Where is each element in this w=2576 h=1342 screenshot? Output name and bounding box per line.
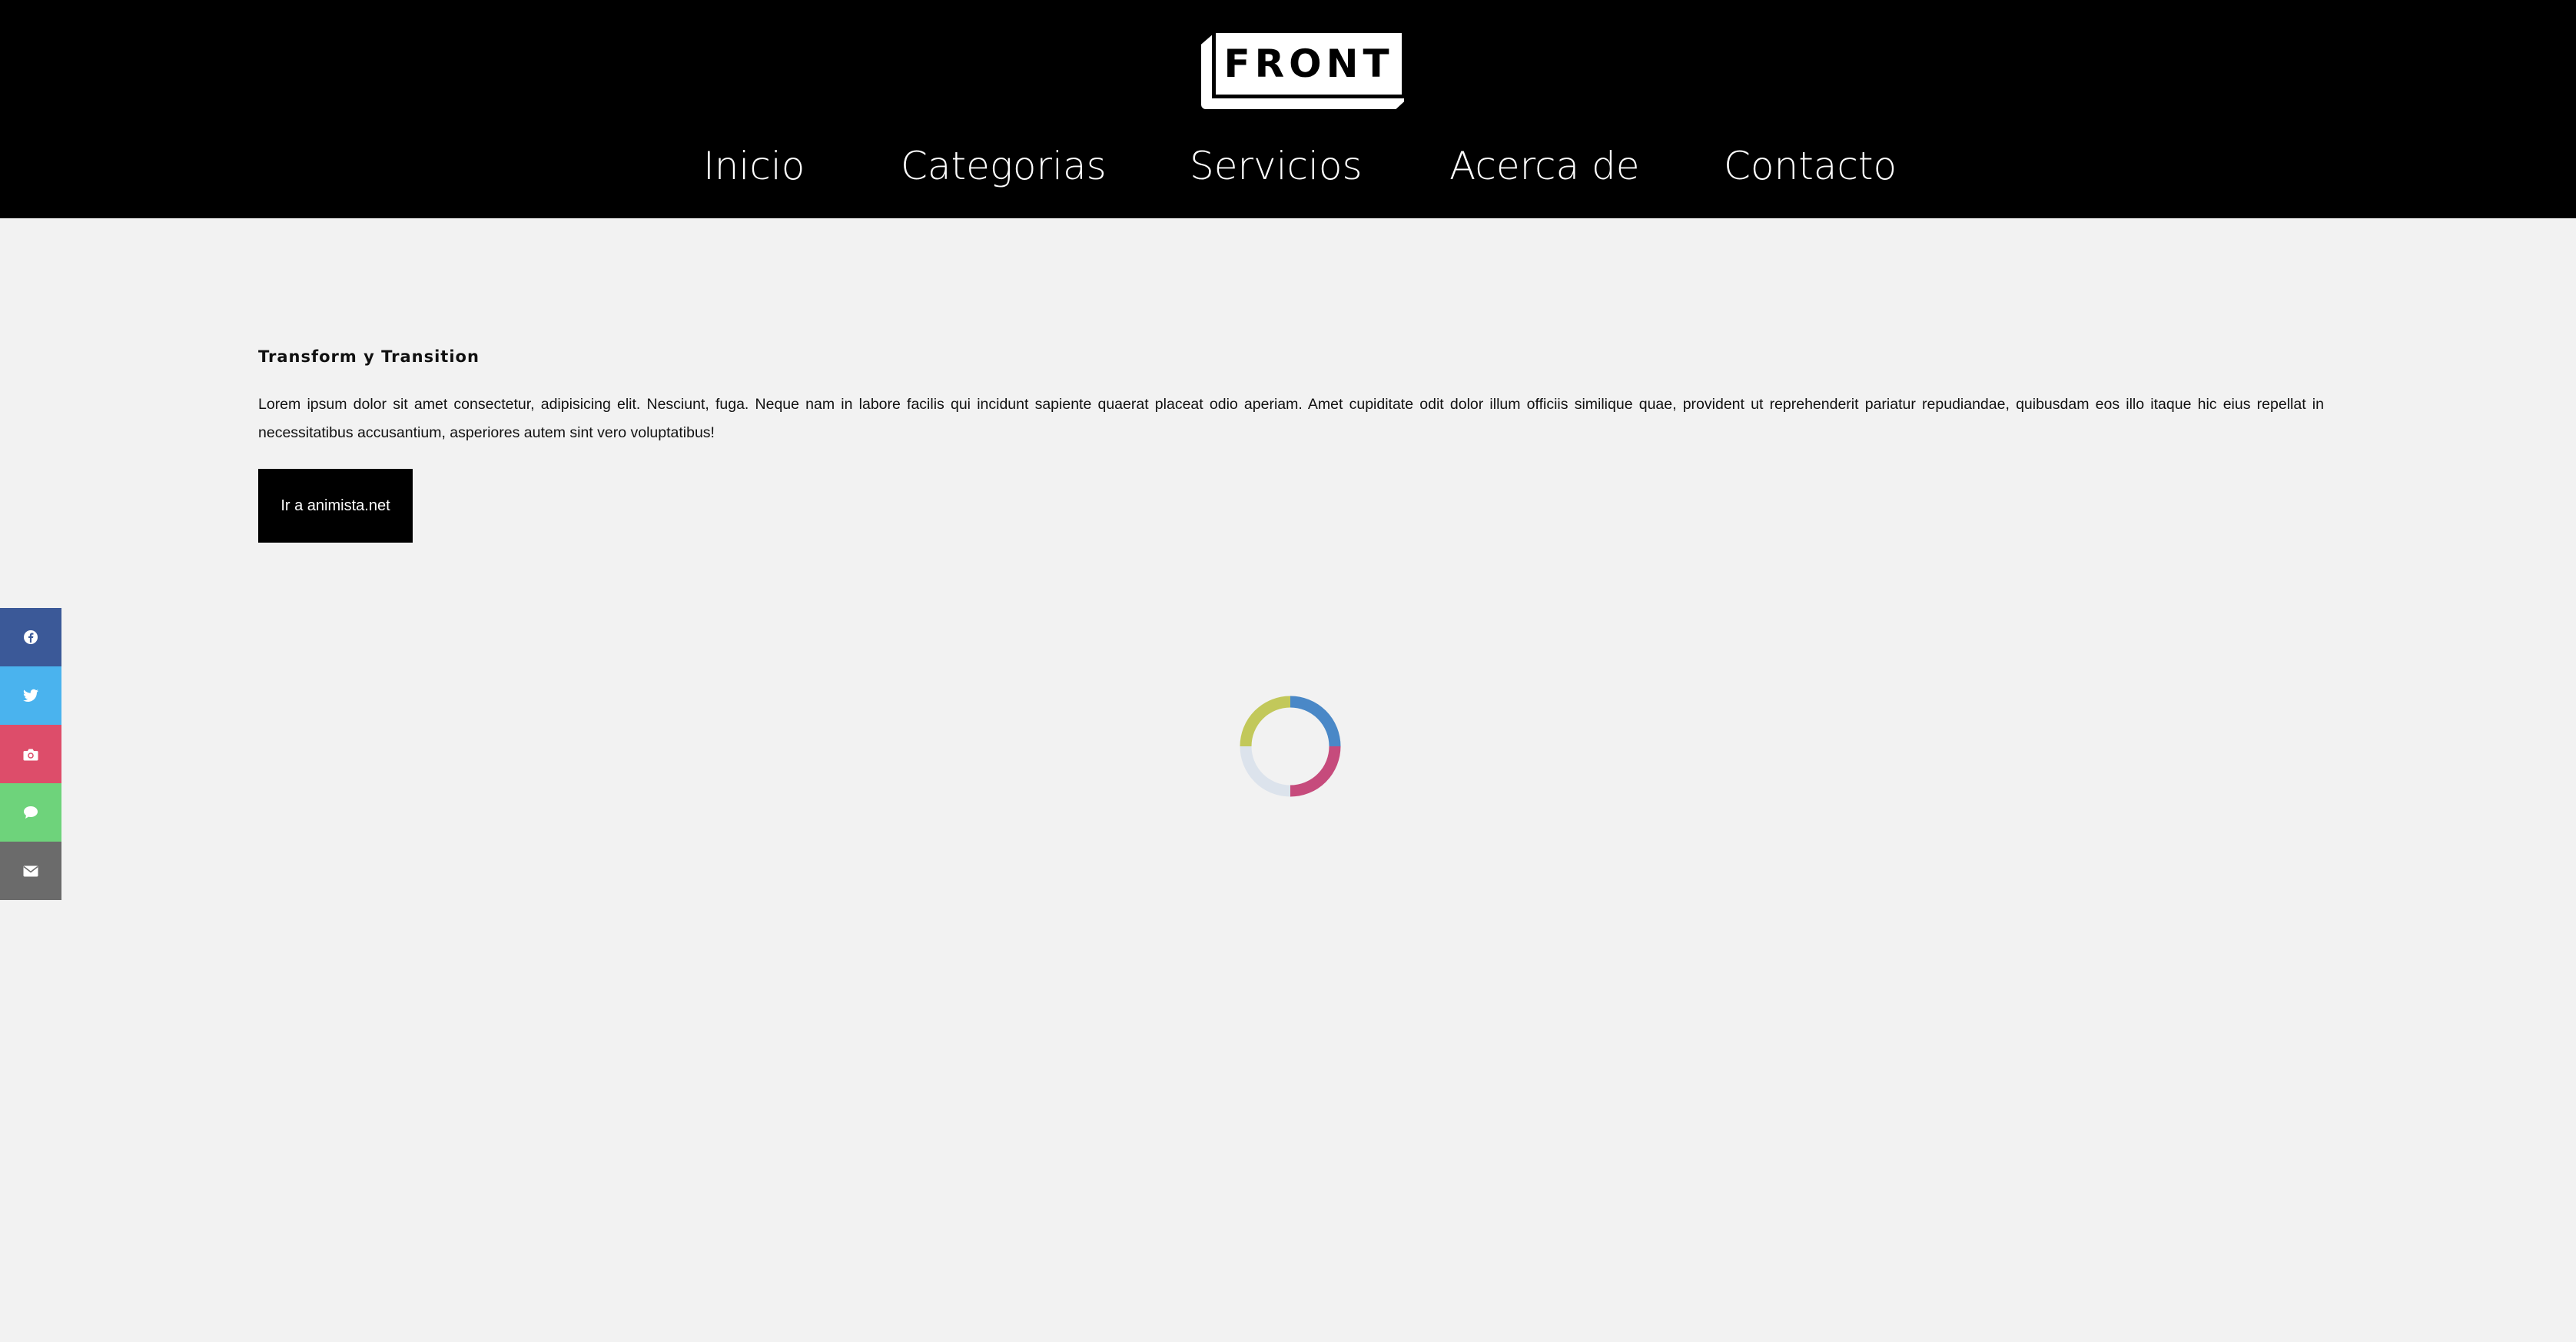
envelope-icon	[23, 865, 38, 876]
section-title: Transform y Transition	[258, 347, 480, 366]
chat-icon	[24, 806, 38, 819]
logo-box: FRONT	[1212, 29, 1406, 98]
camera-icon	[23, 749, 38, 760]
site-header: FRONT Inicio Categorias Servicios Acerca…	[0, 0, 2576, 218]
nav-item-acerca-de[interactable]: Acerca de	[1449, 137, 1640, 195]
front-logo[interactable]: FRONT	[1201, 29, 1412, 111]
spinner-segment-pink	[1290, 746, 1341, 797]
facebook-button[interactable]	[0, 608, 61, 666]
nav-item-servicios[interactable]: Servicios	[1190, 137, 1363, 195]
main-nav: Inicio Categorias Servicios Acerca de Co…	[0, 137, 2576, 195]
nav-item-categorias[interactable]: Categorias	[901, 137, 1107, 195]
section-body: Lorem ipsum dolor sit amet consectetur, …	[258, 396, 2324, 441]
animista-link-button[interactable]: Ir a animista.net	[258, 469, 413, 543]
nav-item-inicio[interactable]: Inicio	[703, 137, 805, 195]
twitter-button[interactable]	[0, 666, 61, 725]
camera-button[interactable]	[0, 725, 61, 783]
logo-text: FRONT	[1223, 42, 1394, 86]
chat-button[interactable]	[0, 783, 61, 842]
twitter-icon	[23, 689, 38, 702]
facebook-icon	[24, 630, 38, 644]
spinner-segment-yellow	[1240, 696, 1291, 747]
email-button[interactable]	[0, 842, 61, 900]
social-sidebar	[0, 608, 61, 900]
spinner-segment-blue	[1290, 696, 1341, 747]
loading-spinner	[1240, 696, 1341, 797]
nav-item-contacto[interactable]: Contacto	[1724, 137, 1897, 195]
spinner-segment-light	[1240, 746, 1291, 797]
